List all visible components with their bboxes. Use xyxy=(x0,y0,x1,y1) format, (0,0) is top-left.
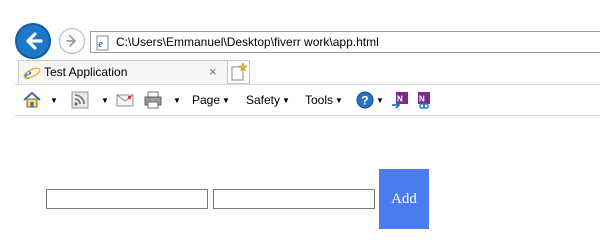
add-button[interactable]: Add xyxy=(379,169,429,229)
safety-menu-label: Safety xyxy=(246,93,281,107)
page-menu-label: Page xyxy=(192,93,221,107)
page-menu[interactable]: Page ▼ xyxy=(192,85,230,115)
home-icon xyxy=(23,91,41,108)
chevron-down-icon: ▼ xyxy=(282,95,290,105)
onenote-button[interactable]: N xyxy=(391,85,409,115)
chevron-down-icon: ▼ xyxy=(173,95,181,105)
tools-menu-label: Tools xyxy=(305,93,334,107)
address-bar-row: e C:\Users\Emmanuel\Desktop\fiverr work\… xyxy=(0,0,600,60)
svg-text:N: N xyxy=(419,95,425,104)
back-arrow-icon xyxy=(26,32,43,50)
chevron-down-icon: ▼ xyxy=(222,95,230,105)
first-text-input[interactable] xyxy=(46,189,208,209)
help-icon: ? xyxy=(356,91,374,109)
chevron-down-icon: ▼ xyxy=(376,95,384,105)
new-tab-button[interactable] xyxy=(228,60,250,84)
onenote-linked-notes-icon: N xyxy=(418,92,430,109)
tools-menu[interactable]: Tools ▼ xyxy=(305,85,343,115)
new-tab-icon xyxy=(231,62,248,81)
tab-close-icon[interactable]: × xyxy=(209,64,217,80)
tab-row: e Test Application × xyxy=(0,60,600,84)
forward-button[interactable] xyxy=(59,28,85,54)
feeds-button[interactable] xyxy=(71,85,89,115)
onenote-linked-button[interactable]: N xyxy=(415,85,433,115)
tab-title: Test Application xyxy=(44,65,128,79)
mail-icon xyxy=(116,94,134,107)
chevron-down-icon: ▼ xyxy=(50,95,58,105)
chevron-down-icon: ▼ xyxy=(335,95,343,105)
print-button[interactable] xyxy=(143,85,163,115)
address-field[interactable]: e C:\Users\Emmanuel\Desktop\fiverr work\… xyxy=(90,31,600,53)
feeds-dropdown[interactable]: ▼ xyxy=(99,85,109,115)
forward-arrow-icon xyxy=(66,35,76,47)
onenote-send-icon: N xyxy=(392,92,408,109)
svg-text:e: e xyxy=(98,39,103,50)
back-button[interactable] xyxy=(15,23,51,59)
safety-menu[interactable]: Safety ▼ xyxy=(246,85,290,115)
home-dropdown[interactable]: ▼ xyxy=(48,85,58,115)
chevron-down-icon: ▼ xyxy=(101,95,109,105)
second-text-input[interactable] xyxy=(213,189,375,209)
mail-button[interactable] xyxy=(116,85,134,115)
print-dropdown[interactable]: ▼ xyxy=(171,85,181,115)
help-button[interactable]: ? ▼ xyxy=(356,85,384,115)
tab-test-application[interactable]: e Test Application × xyxy=(18,60,228,84)
command-bar: ▼ ▼ ▼ Page ▼ Safety ▼ Tools ▼ ? ▼ N N xyxy=(15,84,600,116)
page-icon: e xyxy=(95,35,111,56)
svg-text:?: ? xyxy=(361,94,368,108)
rss-feed-icon xyxy=(71,91,89,109)
address-text: C:\Users\Emmanuel\Desktop\fiverr work\ap… xyxy=(116,35,379,49)
printer-icon xyxy=(144,91,162,109)
home-button[interactable] xyxy=(22,85,42,115)
svg-text:N: N xyxy=(397,95,403,104)
